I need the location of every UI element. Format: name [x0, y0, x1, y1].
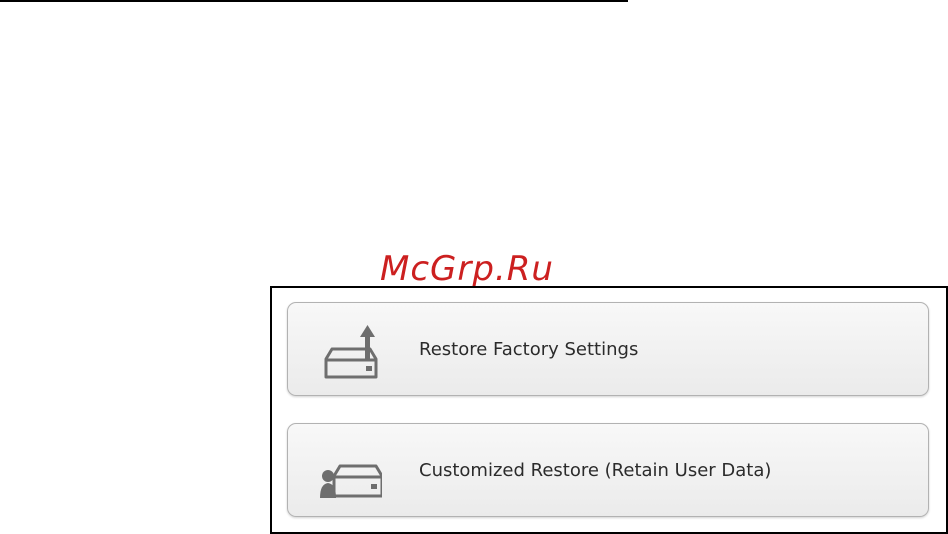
drive-upload-icon: [324, 325, 378, 379]
customized-restore-label: Customized Restore (Retain User Data): [419, 459, 772, 481]
restore-factory-settings-button[interactable]: Restore Factory Settings: [287, 302, 929, 396]
restore-factory-settings-label: Restore Factory Settings: [419, 338, 639, 360]
top-rule: [0, 0, 628, 2]
watermark: McGrp.Ru: [380, 249, 554, 289]
customized-restore-button[interactable]: Customized Restore (Retain User Data): [287, 423, 929, 517]
drive-user-icon: [320, 464, 382, 498]
restore-options-panel: Restore Factory Settings Customized Rest…: [270, 286, 948, 534]
